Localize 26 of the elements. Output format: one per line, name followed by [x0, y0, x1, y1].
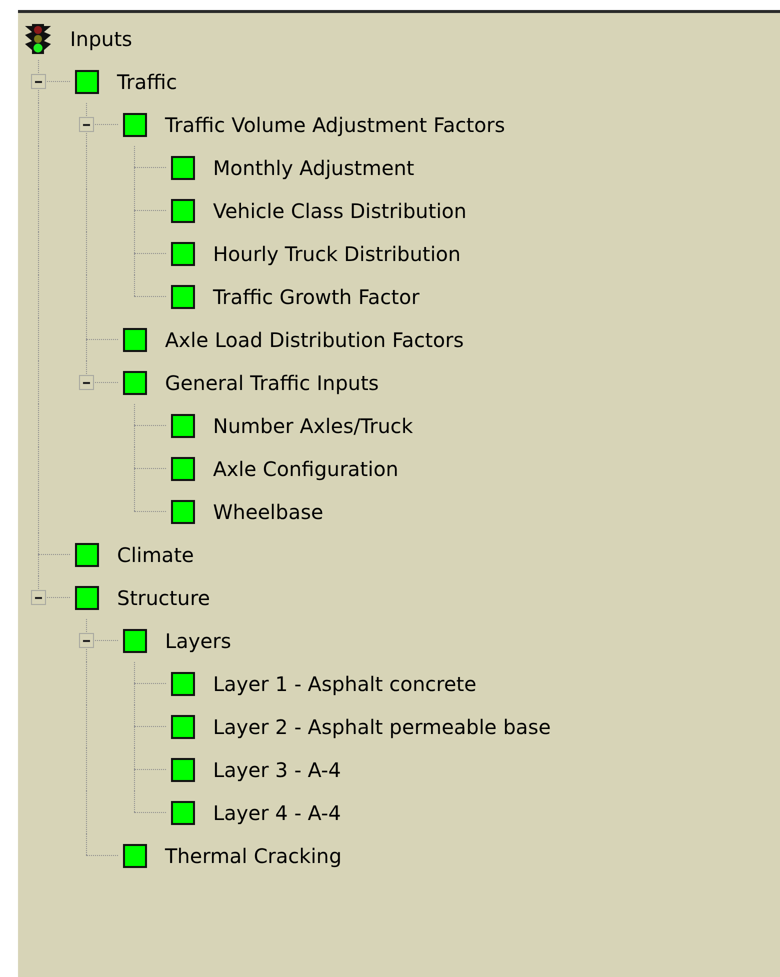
tree-item-label[interactable]: Axle Load Distribution Factors	[165, 328, 464, 352]
tree-item-label[interactable]: Traffic	[117, 70, 178, 94]
collapse-button[interactable]	[31, 590, 46, 605]
tree-item-label[interactable]: Layer 3 - A-4	[213, 758, 341, 782]
tree-item-label[interactable]: Layer 1 - Asphalt concrete	[213, 672, 476, 696]
tree-item-label[interactable]: Wheelbase	[213, 500, 324, 524]
tree-item-label[interactable]: Vehicle Class Distribution	[213, 198, 467, 222]
tree-item-label[interactable]: Thermal Cracking	[165, 844, 342, 868]
tree-item-label[interactable]: General Traffic Inputs	[165, 370, 379, 394]
tree-item-label[interactable]: Traffic Volume Adjustment Factors	[165, 112, 506, 136]
tree-item-label[interactable]: Axle Configuration	[213, 456, 398, 480]
tree-item-label[interactable]: Layer 4 - A-4	[213, 800, 341, 824]
collapse-button[interactable]	[79, 375, 94, 390]
tree-item-label[interactable]: Structure	[117, 586, 210, 610]
tree-item-label[interactable]: Layer 2 - Asphalt permeable base	[213, 714, 551, 738]
traffic-light-icon	[23, 22, 53, 54]
tree-item-label[interactable]: Traffic Growth Factor	[213, 284, 420, 308]
tree-item-label[interactable]: Layers	[165, 628, 232, 652]
tree-item-label[interactable]: Climate	[117, 542, 194, 566]
tree-item-label[interactable]: Inputs	[70, 26, 132, 50]
collapse-button[interactable]	[31, 74, 46, 89]
tree-item-label[interactable]: Hourly Truck Distribution	[213, 242, 461, 266]
collapse-button[interactable]	[79, 633, 94, 648]
collapse-button[interactable]	[79, 117, 94, 132]
tree-item-label[interactable]: Number Axles/Truck	[213, 414, 413, 438]
tree-item-label[interactable]: Monthly Adjustment	[213, 156, 414, 180]
